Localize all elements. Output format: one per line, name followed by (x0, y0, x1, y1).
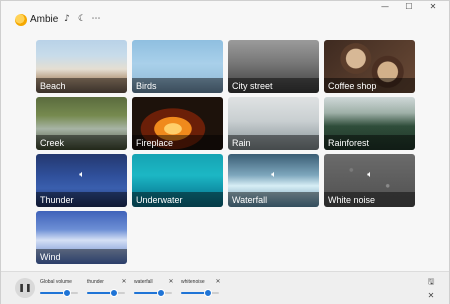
sound-label: Wind (40, 252, 61, 262)
channel-label: thunder (87, 279, 104, 285)
pause-icon: ❚❚ (18, 283, 32, 292)
slider-thumb[interactable] (110, 289, 119, 297)
sound-grid: Beach Birds City street Coffee shop Cree… (36, 40, 415, 264)
more-icon[interactable]: ⋯ (90, 13, 102, 25)
sound-label: Underwater (136, 195, 183, 205)
sound-tile-thunder[interactable]: 🔈︎ Thunder (36, 154, 127, 207)
app-title: Ambie (30, 14, 59, 25)
sound-tile-rainforest[interactable]: Rainforest (324, 97, 415, 150)
sound-label: Coffee shop (328, 81, 377, 91)
global-volume-group: Global volume (40, 279, 78, 301)
slider-thumb[interactable] (157, 289, 166, 297)
sound-tile-birds[interactable]: Birds (132, 40, 223, 93)
moon-icon[interactable]: ☾ (76, 13, 88, 25)
save-icon[interactable]: 🖫︎ (426, 277, 436, 287)
sound-tile-coffee-shop[interactable]: Coffee shop (324, 40, 415, 93)
sound-label: Waterfall (232, 195, 268, 205)
channel-waterfall-group: waterfall ✕ (134, 278, 175, 301)
sound-tile-wind[interactable]: Wind (36, 211, 127, 264)
remove-whitenoise-icon[interactable]: ✕ (214, 278, 222, 286)
whitenoise-volume-slider[interactable] (181, 289, 219, 297)
sound-label: City street (232, 81, 273, 91)
sound-label: White noise (328, 195, 376, 205)
clear-icon[interactable]: ✕ (426, 291, 436, 301)
speaker-icon: 🔈︎ (271, 170, 277, 180)
sound-label: Fireplace (136, 138, 174, 148)
speaker-icon: 🔈︎ (367, 170, 373, 180)
sound-tile-fireplace[interactable]: Fireplace (132, 97, 223, 150)
player-bar: ❚❚ Global volume thunder ✕ waterfall ✕ w… (1, 271, 449, 304)
sound-tile-white-noise[interactable]: 🔈︎ White noise (324, 154, 415, 207)
sound-label: Beach (40, 81, 66, 91)
waterfall-volume-slider[interactable] (134, 289, 172, 297)
thunder-volume-slider[interactable] (87, 289, 125, 297)
ambie-logo (15, 14, 27, 26)
sound-tile-city-street[interactable]: City street (228, 40, 319, 93)
sound-label: Birds (136, 81, 157, 91)
sound-label: Rain (232, 138, 251, 148)
sound-tile-beach[interactable]: Beach (36, 40, 127, 93)
remove-thunder-icon[interactable]: ✕ (120, 278, 128, 286)
sound-label: Creek (40, 138, 65, 148)
pause-button[interactable]: ❚❚ (15, 278, 35, 298)
title-bar: Ambie ♪ ☾ ⋯ — ☐ ✕ (1, 1, 449, 37)
close-icon[interactable]: ✕ (421, 1, 445, 13)
maximize-icon[interactable]: ☐ (397, 1, 421, 13)
channel-label: whitenoise (181, 279, 205, 285)
slider-thumb[interactable] (63, 289, 72, 297)
channel-whitenoise-group: whitenoise ✕ (181, 278, 222, 301)
sound-tile-creek[interactable]: Creek (36, 97, 127, 150)
channel-thunder-group: thunder ✕ (87, 278, 128, 301)
sound-tile-rain[interactable]: Rain (228, 97, 319, 150)
minimize-icon[interactable]: — (373, 1, 397, 13)
channel-label: waterfall (134, 279, 153, 285)
sound-tile-waterfall[interactable]: 🔈︎ Waterfall (228, 154, 319, 207)
app-window: Ambie ♪ ☾ ⋯ — ☐ ✕ Beach Birds City stree… (0, 0, 450, 304)
global-volume-label: Global volume (40, 279, 72, 285)
sound-label: Rainforest (328, 138, 370, 148)
sound-label: Thunder (40, 195, 74, 205)
remove-waterfall-icon[interactable]: ✕ (167, 278, 175, 286)
global-volume-slider[interactable] (40, 289, 78, 297)
slider-thumb[interactable] (204, 289, 213, 297)
speaker-icon: 🔈︎ (79, 170, 85, 180)
sound-tile-underwater[interactable]: Underwater (132, 154, 223, 207)
music-note-icon[interactable]: ♪ (61, 13, 73, 25)
